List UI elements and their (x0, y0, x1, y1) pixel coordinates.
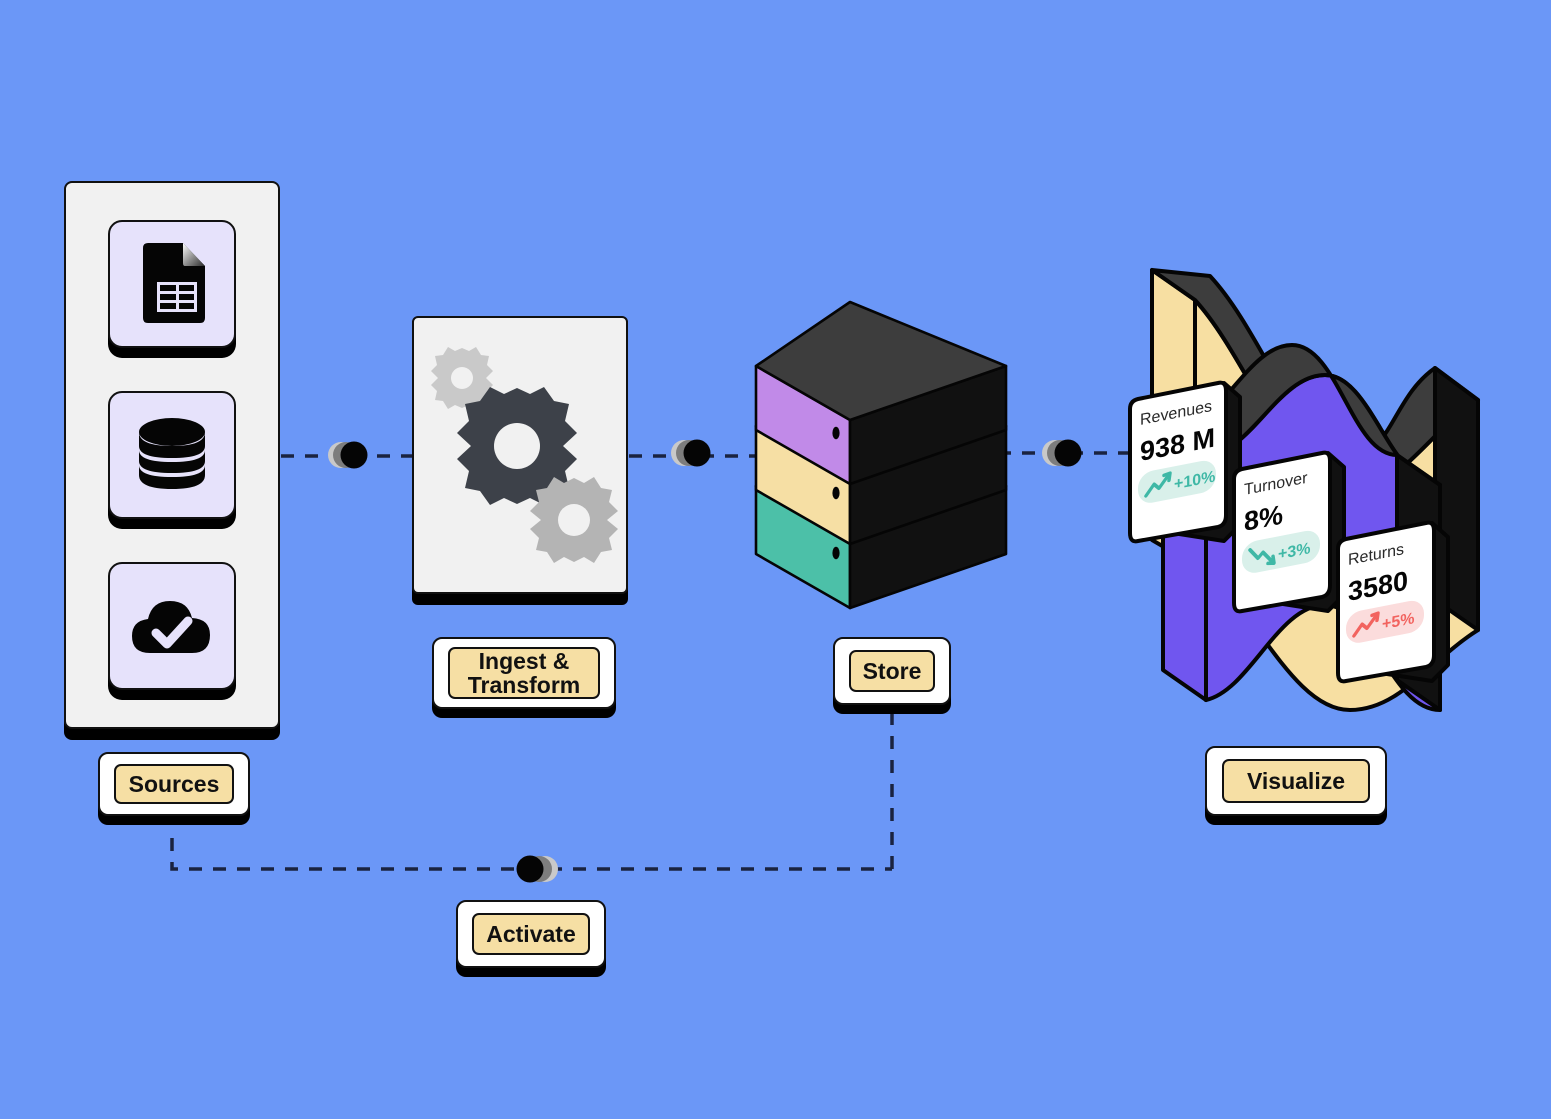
label-activate-text: Activate (472, 913, 590, 955)
label-visualize[interactable]: Visualize (1205, 746, 1387, 816)
gears-panel[interactable] (412, 316, 628, 594)
gears-group (431, 347, 618, 563)
kpi-card-revenues[interactable]: Revenues 938 M +10% (1128, 380, 1242, 544)
label-ingest-transform-text: Ingest & Transform (448, 647, 600, 699)
diagram-canvas: Revenues 938 M +10% Turnover 8% +3% Retu… (0, 0, 1551, 1119)
server-stack[interactable] (740, 290, 1030, 610)
gear-medium-icon (530, 477, 618, 563)
sources-panel[interactable] (64, 181, 280, 729)
isometric-chart[interactable]: Revenues 938 M +10% Turnover 8% +3% Retu… (1100, 240, 1510, 720)
label-activate[interactable]: Activate (456, 900, 606, 968)
connector-dot-ingest-store (671, 439, 711, 467)
source-card-spreadsheet[interactable] (108, 220, 236, 349)
kpi-card-turnover[interactable]: Turnover 8% +3% (1232, 450, 1346, 614)
label-store-text: Store (849, 650, 935, 692)
source-card-cloud[interactable] (108, 561, 236, 690)
connector-dot-store-visualize (1042, 439, 1082, 467)
connector-dot-bottom-rail (516, 855, 558, 883)
label-sources-text: Sources (114, 764, 234, 804)
label-ingest-line2: Transform (467, 672, 581, 698)
label-store[interactable]: Store (833, 637, 951, 705)
server-stack-art (754, 300, 1008, 610)
label-sources[interactable]: Sources (98, 752, 250, 816)
label-ingest-line1: Ingest & (478, 647, 570, 674)
spreadsheet-file-icon (143, 243, 205, 324)
source-card-database[interactable] (108, 390, 236, 519)
cloud-check-icon (132, 600, 210, 653)
connector-dot-sources-ingest (328, 441, 368, 469)
label-ingest-transform[interactable]: Ingest & Transform (432, 637, 616, 709)
label-visualize-text: Visualize (1222, 759, 1370, 803)
kpi-card-returns[interactable]: Returns 3580 +5% (1336, 520, 1450, 684)
database-icon (139, 417, 205, 489)
isometric-chart-art: Revenues 938 M +10% Turnover 8% +3% Retu… (1128, 268, 1480, 712)
